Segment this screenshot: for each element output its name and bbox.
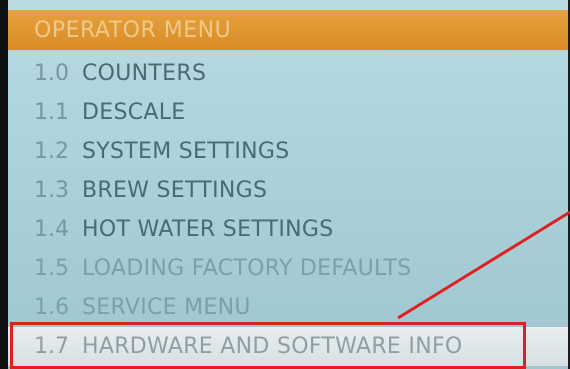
menu-item-descale[interactable]: 1.1 DESCALE (8, 93, 568, 132)
menu-item-brew-settings[interactable]: 1.3 BREW SETTINGS (8, 171, 568, 210)
menu-item-loading-factory-defaults[interactable]: 1.5 LOADING FACTORY DEFAULTS (8, 249, 568, 288)
menu-item-number: 1.5 (34, 256, 69, 281)
menu-item-number: 1.1 (34, 100, 69, 125)
menu-item-label: LOADING FACTORY DEFAULTS (82, 256, 412, 281)
menu-item-hot-water-settings[interactable]: 1.4 HOT WATER SETTINGS (8, 210, 568, 249)
menu-item-label: HOT WATER SETTINGS (82, 217, 334, 242)
device-bezel (0, 0, 8, 369)
menu-item-system-settings[interactable]: 1.2 SYSTEM SETTINGS (8, 132, 568, 171)
menu-item-number: 1.3 (34, 178, 69, 203)
menu-item-label: BREW SETTINGS (82, 178, 268, 203)
menu-header: OPERATOR MENU (8, 10, 568, 50)
menu-item-label: SYSTEM SETTINGS (82, 139, 290, 164)
menu-item-number: 1.2 (34, 139, 69, 164)
menu-item-label: DESCALE (82, 100, 186, 125)
menu-item-number: 1.4 (34, 217, 69, 242)
menu-item-number: 1.0 (34, 61, 69, 86)
lcd-screen: OPERATOR MENU 1.0 COUNTERS 1.1 DESCALE 1.2… (8, 0, 568, 369)
page-title: OPERATOR MENU (34, 18, 232, 43)
menu-item-label: SERVICE MENU (82, 295, 251, 320)
menu-item-label: COUNTERS (82, 61, 207, 86)
annotation-highlight-box (10, 322, 526, 369)
menu-item-counters[interactable]: 1.0 COUNTERS (8, 54, 568, 93)
operator-menu-list: 1.0 COUNTERS 1.1 DESCALE 1.2 SYSTEM SETTING… (8, 54, 568, 366)
